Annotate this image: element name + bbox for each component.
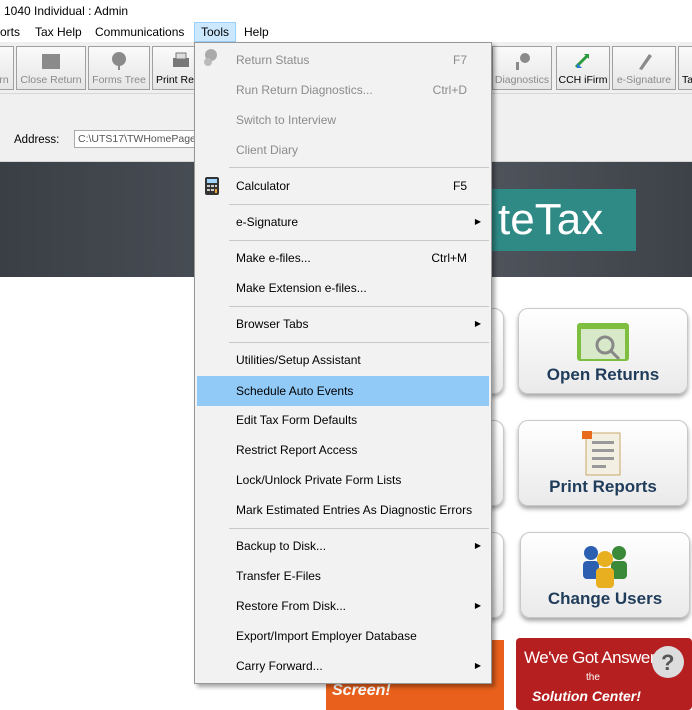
menu-item-lock-unlock-forms[interactable]: Lock/Unlock Private Form Lists (197, 466, 489, 494)
printer-icon (173, 52, 189, 67)
menu-item-restore-from-disk[interactable]: Restore From Disk... ▶ (197, 592, 489, 620)
change-users-button[interactable]: Change Users (520, 532, 690, 618)
menu-item-client-diary[interactable]: Client Diary (197, 136, 489, 164)
calculator-icon (205, 177, 219, 195)
menu-separator (229, 204, 489, 205)
menu-item-make-extension-e-files[interactable]: Make Extension e-files... (197, 274, 489, 302)
sync-arrows-icon (574, 53, 590, 69)
print-button[interactable]: Print Re (152, 46, 196, 90)
folder-icon (42, 54, 60, 69)
menu-item-utilities-setup[interactable]: Utilities/Setup Assistant (197, 346, 489, 374)
window-title: 1040 Individual : Admin (4, 4, 129, 18)
menu-item-run-diagnostics[interactable]: Run Return Diagnostics... Ctrl+D (197, 76, 489, 104)
menu-item-restrict-report-access[interactable]: Restrict Report Access (197, 436, 489, 464)
submenu-arrow-icon: ▶ (474, 217, 481, 226)
menu-item-export-import-employer-db[interactable]: Export/Import Employer Database (197, 622, 489, 650)
submenu-arrow-icon: ▶ (474, 541, 481, 550)
address-input[interactable]: C:\UTS17\TWHomePage\ (74, 130, 214, 148)
toolbar-return-button[interactable]: rn (0, 46, 14, 90)
submenu-arrow-icon: ▶ (474, 319, 481, 328)
menu-item-calculator[interactable]: Calculator F5 (197, 172, 489, 200)
menu-item-return-status[interactable]: Return Status F7 (197, 46, 489, 74)
open-returns-button[interactable]: Open Returns (518, 308, 688, 394)
menu-help[interactable]: Help (238, 22, 275, 42)
menu-item-schedule-auto-events[interactable]: Schedule Auto Events (197, 376, 489, 406)
menu-item-transfer-e-files[interactable]: Transfer E-Files (197, 562, 489, 590)
menu-tax-help[interactable]: Tax Help (29, 22, 88, 42)
menu-item-switch-interview[interactable]: Switch to Interview (197, 106, 489, 134)
menu-separator (229, 528, 489, 529)
menu-separator (229, 342, 489, 343)
menu-separator (229, 167, 489, 168)
menu-item-backup-to-disk[interactable]: Backup to Disk... ▶ (197, 532, 489, 560)
e-signature-button[interactable]: e-Signature (612, 46, 676, 90)
menu-item-browser-tabs[interactable]: Browser Tabs ▶ (197, 310, 489, 338)
stethoscope-icon (516, 53, 530, 70)
menu-reports[interactable]: orts (0, 22, 26, 42)
solution-center-banner[interactable]: We've Got Answers - the Solution Center!… (516, 638, 692, 710)
forms-tree-button[interactable]: Forms Tree (88, 46, 150, 90)
close-return-button[interactable]: Close Return (16, 46, 86, 90)
toolbar-tax-button[interactable]: Ta (678, 46, 692, 90)
menu-separator (229, 306, 489, 307)
submenu-arrow-icon: ▶ (474, 601, 481, 610)
menu-item-mark-estimated-entries[interactable]: Mark Estimated Entries As Diagnostic Err… (197, 496, 489, 524)
title-bar: 1040 Individual : Admin (0, 0, 692, 22)
menu-communications[interactable]: Communications (89, 22, 190, 42)
address-label: Address: (14, 134, 60, 146)
tree-icon (112, 52, 126, 70)
diagnostics-button[interactable]: Diagnostics (492, 46, 552, 90)
svg-text:?: ? (661, 650, 674, 675)
users-icon (583, 546, 627, 588)
menu-separator (229, 240, 489, 241)
menu-item-e-signature[interactable]: e-Signature ▶ (197, 208, 489, 236)
print-reports-button[interactable]: Print Reports (518, 420, 688, 506)
cch-ifirm-button[interactable]: CCH iFirm (556, 46, 610, 90)
menu-item-edit-tax-form-defaults[interactable]: Edit Tax Form Defaults (197, 406, 489, 434)
submenu-arrow-icon: ▶ (474, 661, 481, 670)
question-bubble-icon: ? (652, 646, 684, 678)
menu-item-carry-forward[interactable]: Carry Forward... ▶ (197, 652, 489, 680)
brand-logo: teTax (488, 189, 636, 251)
menu-tools[interactable]: Tools (194, 22, 237, 42)
report-icon (582, 431, 621, 476)
pen-icon (639, 54, 652, 70)
menu-bar: orts Tax Help Communications Tools Help (0, 22, 692, 42)
open-folder-icon (577, 323, 629, 361)
tools-menu: Return Status F7 Run Return Diagnostics.… (194, 42, 492, 684)
menu-item-make-e-files[interactable]: Make e-files... Ctrl+M (197, 244, 489, 272)
